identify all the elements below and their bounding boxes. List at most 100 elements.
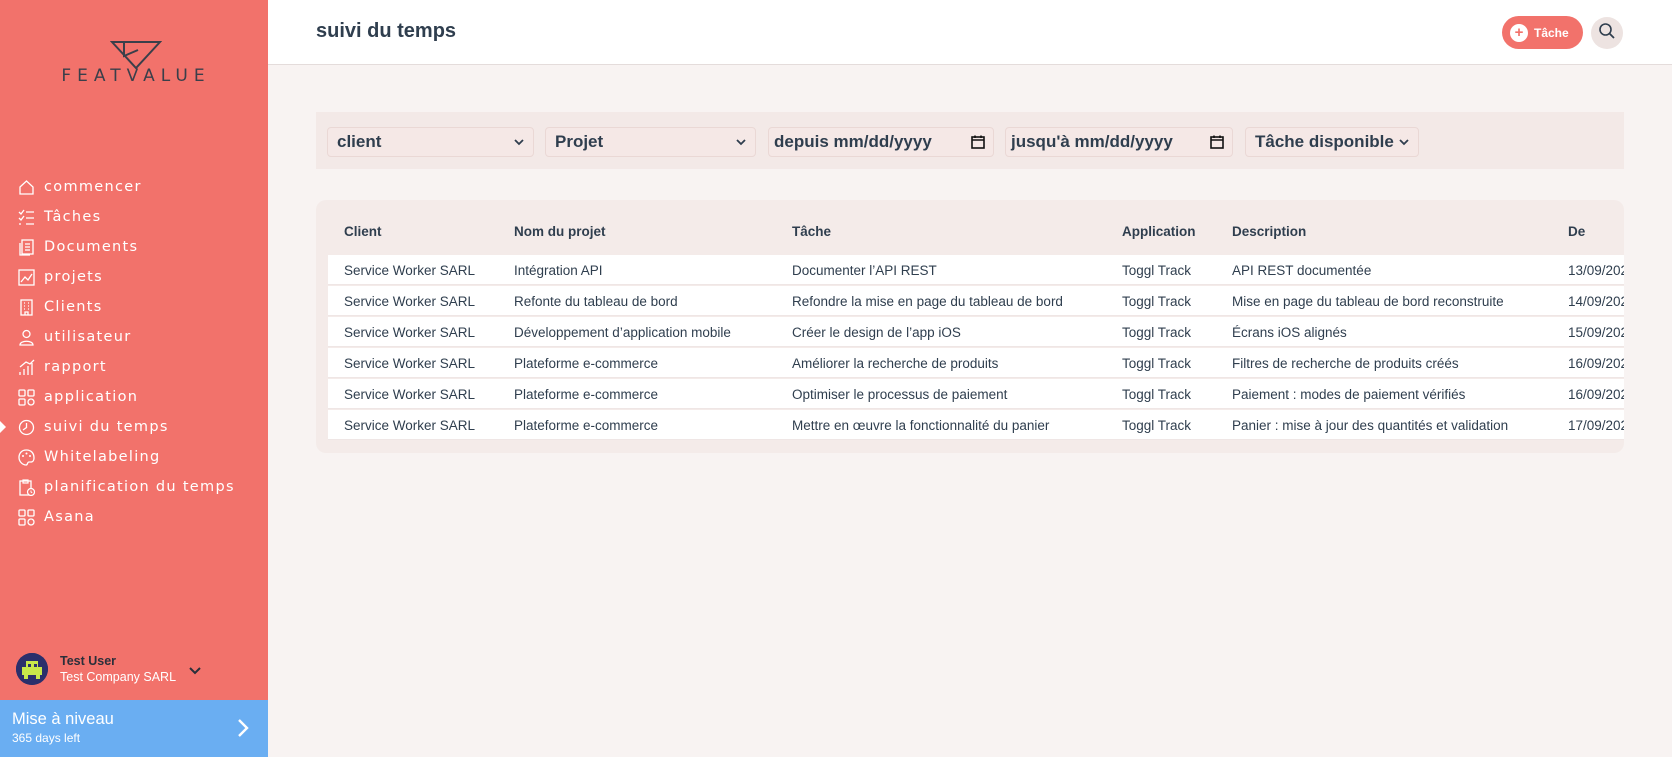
chevron-down-icon[interactable] (188, 663, 202, 681)
sidebar-item-label: commencer (44, 179, 142, 195)
cell-application: Toggl Track (1122, 294, 1192, 309)
sidebar-item-label: Whitelabeling (44, 449, 161, 465)
cell-client: Service Worker SARL (344, 356, 476, 371)
clipboard-clock-icon (17, 478, 35, 496)
sidebar-item-suivi-du-temps[interactable]: suivi du temps (0, 412, 268, 442)
sidebar-item-label: projets (44, 269, 104, 285)
column-header-application[interactable]: Application (1122, 224, 1196, 239)
report-icon (17, 358, 35, 376)
page-title: suivi du temps (316, 20, 457, 42)
column-header-client[interactable]: Client (344, 224, 382, 239)
user-icon (17, 328, 35, 346)
task-select[interactable]: Tâche disponible (1245, 127, 1419, 157)
cell-date: 13/09/2024 (1568, 263, 1624, 278)
cell-task: Améliorer la recherche de produits (792, 356, 999, 371)
cell-application: Toggl Track (1122, 387, 1192, 402)
top-header: suivi du temps + Tâche (268, 0, 1672, 65)
table-row[interactable]: Service Worker SARL Plateforme e-commerc… (328, 410, 1624, 440)
task-list-icon (17, 208, 35, 226)
upgrade-button[interactable]: Mise à niveau 365 days left (0, 700, 268, 757)
sidebar-item-projets[interactable]: projets (0, 262, 268, 292)
sidebar-item-label: Asana (44, 509, 95, 525)
cell-task: Mettre en œuvre la fonctionnalité du pan… (792, 418, 1050, 433)
sidebar-item-application[interactable]: application (0, 382, 268, 412)
column-header-from[interactable]: De (1568, 224, 1585, 239)
cell-project: Plateforme e-commerce (514, 418, 659, 433)
chart-icon (17, 268, 35, 286)
table-row[interactable]: Service Worker SARL Intégration API Docu… (328, 255, 1624, 285)
cell-task: Refondre la mise en page du tableau de b… (792, 294, 1063, 309)
sidebar-item-whitelabeling[interactable]: Whitelabeling (0, 442, 268, 472)
cell-client: Service Worker SARL (344, 387, 476, 402)
cell-project: Développement d’application mobile (514, 325, 731, 340)
palette-icon (17, 448, 35, 466)
cell-description: Filtres de recherche de produits créés (1232, 356, 1459, 371)
cell-client: Service Worker SARL (344, 418, 476, 433)
search-button[interactable] (1591, 17, 1623, 49)
upgrade-title: Mise à niveau (12, 710, 114, 728)
sidebar-item-rapport[interactable]: rapport (0, 352, 268, 382)
featvalue-logo[interactable]: FEATVALUE (46, 40, 226, 90)
date-to-input[interactable]: jusqu'à mm/dd/yyyy (1005, 127, 1233, 157)
sidebar-item-label: utilisateur (44, 329, 132, 345)
table-row[interactable]: Service Worker SARL Plateforme e-commerc… (328, 348, 1624, 378)
client-select[interactable]: client (327, 127, 534, 157)
cell-client: Service Worker SARL (344, 325, 476, 340)
date-to-value: jusqu'à mm/dd/yyyy (1011, 132, 1173, 151)
sidebar-item-commencer[interactable]: commencer (0, 172, 268, 202)
chevron-down-icon (735, 135, 747, 154)
cell-task: Optimiser le processus de paiement (792, 387, 1008, 402)
logo-text: FEATVALUE (61, 66, 211, 86)
chevron-down-icon (1398, 135, 1410, 154)
column-header-task[interactable]: Tâche (792, 224, 831, 239)
time-entries-table: Client Nom du projet Tâche Application D… (316, 200, 1624, 453)
table-row[interactable]: Service Worker SARL Refonte du tableau d… (328, 286, 1624, 316)
user-menu[interactable]: Test User Test Company SARL (0, 645, 268, 697)
search-icon (1598, 22, 1616, 45)
sidebar-item-planification-du-temps[interactable]: planification du temps (0, 472, 268, 502)
building-icon (17, 298, 35, 316)
project-select[interactable]: Projet (545, 127, 756, 157)
sidebar-item-label: planification du temps (44, 479, 235, 495)
apps-icon (17, 508, 35, 526)
cell-application: Toggl Track (1122, 263, 1192, 278)
table-row[interactable]: Service Worker SARL Développement d’appl… (328, 317, 1624, 347)
cell-date: 17/09/2024 (1568, 418, 1624, 433)
project-select-value: Projet (555, 132, 604, 151)
plus-icon: + (1510, 23, 1528, 42)
sidebar-item-label: rapport (44, 359, 107, 375)
sidebar-item-taches[interactable]: Tâches (0, 202, 268, 232)
column-header-description[interactable]: Description (1232, 224, 1306, 239)
cell-date: 16/09/2024 (1568, 356, 1624, 371)
upgrade-days-left: 365 days left (12, 731, 81, 745)
client-select-value: client (337, 132, 382, 151)
table-row[interactable]: Service Worker SARL Plateforme e-commerc… (328, 379, 1624, 409)
clock-icon (17, 418, 35, 436)
sidebar-item-documents[interactable]: Documents (0, 232, 268, 262)
cell-project: Intégration API (514, 263, 603, 278)
table-header: Client Nom du projet Tâche Application D… (316, 200, 1624, 255)
chevron-down-icon (513, 135, 525, 154)
sidebar-item-label: suivi du temps (44, 419, 169, 435)
date-from-value: depuis mm/dd/yyyy (774, 132, 932, 151)
sidebar-nav: commencer Tâches Documents projets Clien… (0, 172, 268, 532)
column-header-project[interactable]: Nom du projet (514, 224, 606, 239)
sidebar-item-label: Documents (44, 239, 139, 255)
sidebar-item-label: Tâches (44, 209, 102, 225)
cell-date: 16/09/2024 (1568, 387, 1624, 402)
sidebar-item-asana[interactable]: Asana (0, 502, 268, 532)
add-task-button[interactable]: + Tâche (1502, 16, 1583, 49)
date-from-input[interactable]: depuis mm/dd/yyyy (768, 127, 994, 157)
filter-bar: client Projet depuis mm/dd/yyyy jusqu'à … (316, 112, 1624, 169)
cell-application: Toggl Track (1122, 325, 1192, 340)
documents-icon (17, 238, 35, 256)
task-select-value: Tâche disponible (1255, 132, 1394, 151)
sidebar-item-clients[interactable]: Clients (0, 292, 268, 322)
sidebar-item-utilisateur[interactable]: utilisateur (0, 322, 268, 352)
user-name: Test User (60, 654, 117, 668)
chevron-right-icon (236, 717, 250, 744)
cell-description: Panier : mise à jour des quantités et va… (1232, 418, 1509, 433)
add-task-label: Tâche (1534, 25, 1569, 40)
cell-date: 15/09/2024 (1568, 325, 1624, 340)
cell-application: Toggl Track (1122, 418, 1192, 433)
